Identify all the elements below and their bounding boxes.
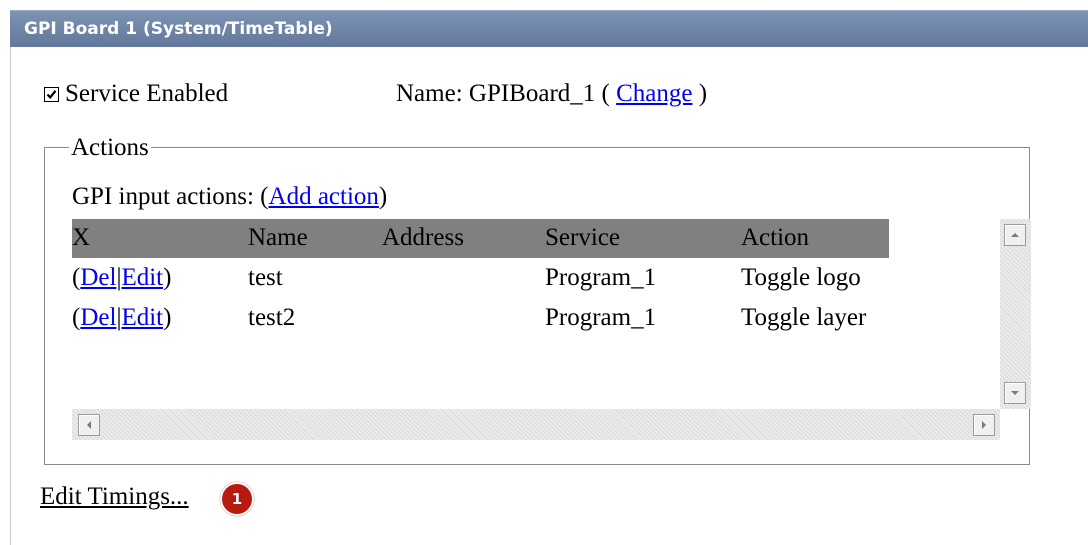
service-enabled-checkbox[interactable] xyxy=(44,87,59,102)
column-header-x: X xyxy=(72,224,91,251)
edit-timings-link[interactable]: Edit Timings... xyxy=(40,483,189,511)
change-name-link[interactable]: Change xyxy=(616,80,692,107)
column-header-name: Name xyxy=(248,224,308,251)
delete-row-link[interactable]: Del xyxy=(80,304,116,331)
row-action: Toggle logo xyxy=(741,264,861,291)
scroll-left-button[interactable] xyxy=(78,414,100,436)
column-header-action: Action xyxy=(741,224,810,251)
row-service: Program_1 xyxy=(545,304,657,331)
arrow-left-icon xyxy=(87,421,91,429)
row-service: Program_1 xyxy=(545,264,657,291)
gpi-input-actions-label: GPI input actions: (Add action) xyxy=(72,183,387,211)
delete-row-link[interactable]: Del xyxy=(80,264,116,291)
column-header-address: Address xyxy=(382,224,464,251)
gpi-board-panel: GPI Board 1 (System/TimeTable) Service E… xyxy=(0,0,1088,545)
scroll-down-button[interactable] xyxy=(1004,382,1026,404)
panel-title-bar: GPI Board 1 (System/TimeTable) xyxy=(10,10,1088,47)
arrow-down-icon xyxy=(1011,391,1019,395)
column-header-service: Service xyxy=(545,224,620,251)
service-name-text: Name: GPIBoard_1 ( xyxy=(396,80,610,107)
row-name: test2 xyxy=(248,304,296,331)
service-enabled-label: Service Enabled xyxy=(65,80,229,107)
panel-left-border xyxy=(10,47,11,545)
service-name-close-paren: ) xyxy=(698,80,708,107)
panel-title: GPI Board 1 (System/TimeTable) xyxy=(24,19,333,39)
row-actions-cell: (Del|Edit) xyxy=(72,304,171,332)
gpi-input-actions-close-paren: ) xyxy=(378,183,388,210)
service-name-row: Name: GPIBoard_1 ( Change ) xyxy=(396,80,707,108)
edit-row-link[interactable]: Edit xyxy=(121,264,163,291)
row-action: Toggle layer xyxy=(741,304,867,331)
gpi-input-actions-text: GPI input actions: ( xyxy=(72,183,269,210)
scroll-up-button[interactable] xyxy=(1004,224,1026,246)
close-paren: ) xyxy=(163,264,172,291)
arrow-up-icon xyxy=(1011,233,1019,237)
close-paren: ) xyxy=(163,304,172,331)
edit-row-link[interactable]: Edit xyxy=(121,304,163,331)
actions-legend: Actions xyxy=(69,134,151,162)
add-action-link[interactable]: Add action xyxy=(269,183,379,210)
scroll-right-button[interactable] xyxy=(973,414,995,436)
vertical-scrollbar[interactable] xyxy=(1000,219,1031,409)
row-actions-cell: (Del|Edit) xyxy=(72,264,171,292)
check-icon xyxy=(46,90,57,100)
arrow-right-icon xyxy=(982,421,986,429)
horizontal-scrollbar[interactable] xyxy=(72,409,1000,440)
row-name: test xyxy=(248,264,283,291)
notification-badge: 1 xyxy=(220,482,254,516)
